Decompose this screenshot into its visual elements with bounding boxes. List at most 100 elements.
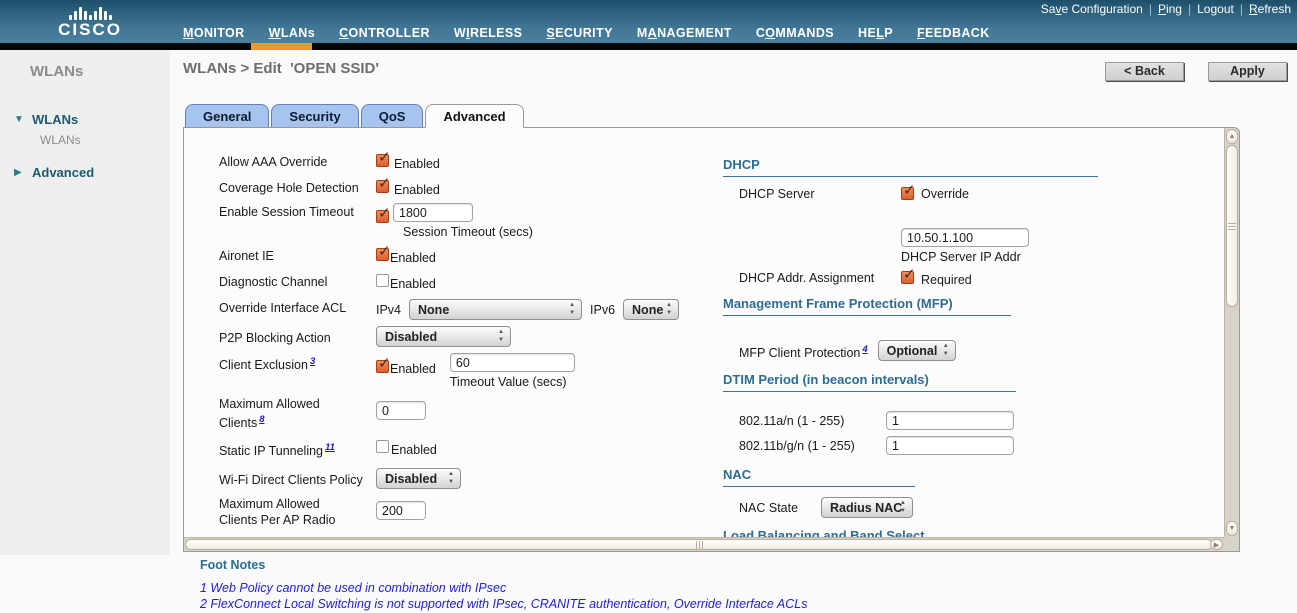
acl-ipv6-select[interactable]: None bbox=[623, 299, 679, 320]
nac-state-select[interactable]: Radius NAC bbox=[821, 497, 913, 518]
enabled-text: Enabled bbox=[390, 276, 436, 291]
vertical-scrollbar[interactable]: ▲ ▼ bbox=[1224, 128, 1239, 537]
footnote-ref-8[interactable]: 8 bbox=[259, 414, 264, 425]
main-nav: MONITOR WLANs CONTROLLER WIRELESS SECURI… bbox=[183, 26, 990, 40]
ipv6-label: IPv6 bbox=[590, 302, 615, 317]
dtim-80211a-row: 802.11a/n (1 - 255) bbox=[739, 411, 1213, 430]
enabled-text: Enabled bbox=[391, 442, 437, 457]
dtim-section-title: DTIM Period (in beacon intervals) bbox=[723, 372, 1016, 392]
nav-security[interactable]: SECURITY bbox=[546, 26, 612, 40]
session-timeout-label: Enable Session Timeout bbox=[219, 203, 376, 220]
top-header: CISCO Save Configuration|Ping|Logout|Ref… bbox=[0, 0, 1297, 50]
aironet-ie-checkbox[interactable] bbox=[376, 248, 389, 261]
diagnostic-channel-checkbox[interactable] bbox=[376, 274, 389, 287]
static-ip-checkbox[interactable] bbox=[376, 440, 389, 453]
scroll-up-button[interactable]: ▲ bbox=[1226, 129, 1238, 144]
allow-aaa-override-row: Allow AAA Override Enabled bbox=[219, 153, 689, 171]
save-configuration-link[interactable]: Save Configuration bbox=[1041, 2, 1143, 16]
back-button[interactable]: < Back bbox=[1105, 62, 1184, 81]
foot-note-2: 2 FlexConnect Local Switching is not sup… bbox=[200, 596, 1200, 612]
footnote-ref-3[interactable]: 3 bbox=[310, 356, 315, 367]
dhcp-ip-row: DHCP Server IP Addr bbox=[739, 228, 1213, 264]
apply-button[interactable]: Apply bbox=[1208, 62, 1287, 81]
session-timeout-caption: Session Timeout (secs) bbox=[403, 225, 533, 239]
scroll-right-button[interactable]: ▶ bbox=[1210, 539, 1223, 550]
dhcp-server-ip-caption: DHCP Server IP Addr bbox=[901, 250, 1029, 264]
diagnostic-channel-label: Diagnostic Channel bbox=[219, 273, 376, 290]
client-exclusion-label: Client Exclusion3 bbox=[219, 353, 376, 373]
refresh-link[interactable]: Refresh bbox=[1249, 2, 1291, 16]
vertical-scroll-thumb[interactable] bbox=[1226, 145, 1238, 307]
allow-aaa-override-checkbox[interactable] bbox=[376, 154, 389, 167]
dhcp-section-title: DHCP bbox=[723, 157, 1098, 177]
client-exclusion-row: Client Exclusion3 Enabled Timeout Value … bbox=[219, 353, 689, 389]
session-timeout-input[interactable] bbox=[393, 203, 473, 222]
cisco-logo: CISCO bbox=[30, 5, 150, 39]
allow-aaa-override-label: Allow AAA Override bbox=[219, 153, 376, 170]
dhcp-server-override-checkbox[interactable] bbox=[901, 187, 914, 200]
acl-ipv4-select[interactable]: None bbox=[409, 299, 582, 320]
max-clients-input[interactable] bbox=[376, 401, 426, 420]
dhcp-server-label: DHCP Server bbox=[739, 186, 901, 201]
scrollbar-corner bbox=[1224, 537, 1239, 551]
horizontal-scroll-thumb[interactable] bbox=[185, 539, 1213, 550]
horizontal-scrollbar[interactable]: ▶ bbox=[184, 537, 1224, 551]
nav-feedback[interactable]: FEEDBACK bbox=[917, 26, 990, 40]
tab-general[interactable]: General bbox=[185, 104, 269, 127]
session-timeout-checkbox[interactable] bbox=[376, 210, 389, 223]
chevron-right-icon: ▶ bbox=[14, 167, 32, 178]
dhcp-server-row: DHCP Server Override bbox=[739, 186, 1213, 201]
mfp-client-protection-select[interactable]: Optional bbox=[878, 340, 956, 361]
enabled-text: Enabled bbox=[390, 361, 436, 376]
left-column: Allow AAA Override Enabled Coverage Hole… bbox=[219, 153, 689, 537]
wlan-edit-tabs: General Security QoS Advanced bbox=[185, 104, 526, 127]
chevron-down-icon: ▼ bbox=[14, 114, 32, 125]
dtim-80211a-input[interactable] bbox=[886, 411, 1014, 430]
enabled-text: Enabled bbox=[394, 182, 440, 197]
nav-help[interactable]: HELP bbox=[858, 26, 893, 40]
aironet-ie-row: Aironet IE Enabled bbox=[219, 247, 689, 265]
nav-wireless[interactable]: WIRELESS bbox=[454, 26, 523, 40]
tab-security[interactable]: Security bbox=[271, 104, 358, 127]
tab-advanced[interactable]: Advanced bbox=[425, 104, 523, 128]
static-ip-row: Static IP Tunneling11 Enabled bbox=[219, 439, 689, 459]
sidebar-title: WLANs bbox=[0, 50, 170, 80]
sidebar-item-wlans[interactable]: ▼ WLANs bbox=[0, 108, 170, 131]
nac-state-label: NAC State bbox=[739, 497, 807, 515]
mfp-client-protection-label: MFP Client Protection4 bbox=[739, 340, 868, 360]
nav-commands[interactable]: COMMANDS bbox=[756, 26, 834, 40]
client-exclusion-checkbox[interactable] bbox=[376, 360, 389, 373]
coverage-hole-row: Coverage Hole Detection Enabled bbox=[219, 179, 689, 197]
dhcp-addr-required-checkbox[interactable] bbox=[901, 271, 914, 284]
page-title: WLANs > Edit 'OPEN SSID' bbox=[183, 60, 379, 77]
aironet-ie-label: Aironet IE bbox=[219, 247, 376, 264]
override-text: Override bbox=[921, 186, 969, 201]
exclusion-timeout-caption: Timeout Value (secs) bbox=[450, 375, 575, 389]
max-clients-label: Maximum Allowed Clients8 bbox=[219, 395, 349, 431]
sidebar-item-wlans-sub[interactable]: WLANs bbox=[0, 131, 170, 161]
ping-link[interactable]: Ping bbox=[1158, 2, 1182, 16]
wifi-direct-select[interactable]: Disabled bbox=[376, 468, 461, 489]
advanced-tab-panel: Allow AAA Override Enabled Coverage Hole… bbox=[183, 127, 1240, 552]
required-text: Required bbox=[921, 272, 972, 287]
foot-notes: Foot Notes 1 Web Policy cannot be used i… bbox=[200, 558, 1200, 612]
max-per-radio-input[interactable] bbox=[376, 501, 426, 520]
utility-links: Save Configuration|Ping|Logout|Refresh bbox=[1041, 2, 1291, 16]
footnote-ref-4[interactable]: 4 bbox=[862, 344, 867, 355]
scroll-down-button[interactable]: ▼ bbox=[1226, 521, 1238, 536]
logout-link[interactable]: Logout bbox=[1197, 2, 1234, 16]
exclusion-timeout-input[interactable] bbox=[450, 353, 575, 372]
wifi-direct-row: Wi-Fi Direct Clients Policy Disabled bbox=[219, 468, 689, 489]
nav-wlans[interactable]: WLANs bbox=[269, 26, 315, 40]
nav-management[interactable]: MANAGEMENT bbox=[637, 26, 732, 40]
nav-controller[interactable]: CONTROLLER bbox=[339, 26, 430, 40]
nav-monitor[interactable]: MONITOR bbox=[183, 26, 245, 40]
dtim-80211bgn-input[interactable] bbox=[886, 436, 1014, 455]
coverage-hole-checkbox[interactable] bbox=[376, 180, 389, 193]
dhcp-server-ip-input[interactable] bbox=[901, 228, 1029, 247]
dtim-80211a-label: 802.11a/n (1 - 255) bbox=[739, 411, 886, 428]
sidebar-item-advanced[interactable]: ▶ Advanced bbox=[0, 161, 170, 184]
tab-qos[interactable]: QoS bbox=[361, 104, 424, 127]
p2p-blocking-select[interactable]: Disabled bbox=[376, 326, 511, 347]
footnote-ref-11[interactable]: 11 bbox=[325, 442, 335, 453]
